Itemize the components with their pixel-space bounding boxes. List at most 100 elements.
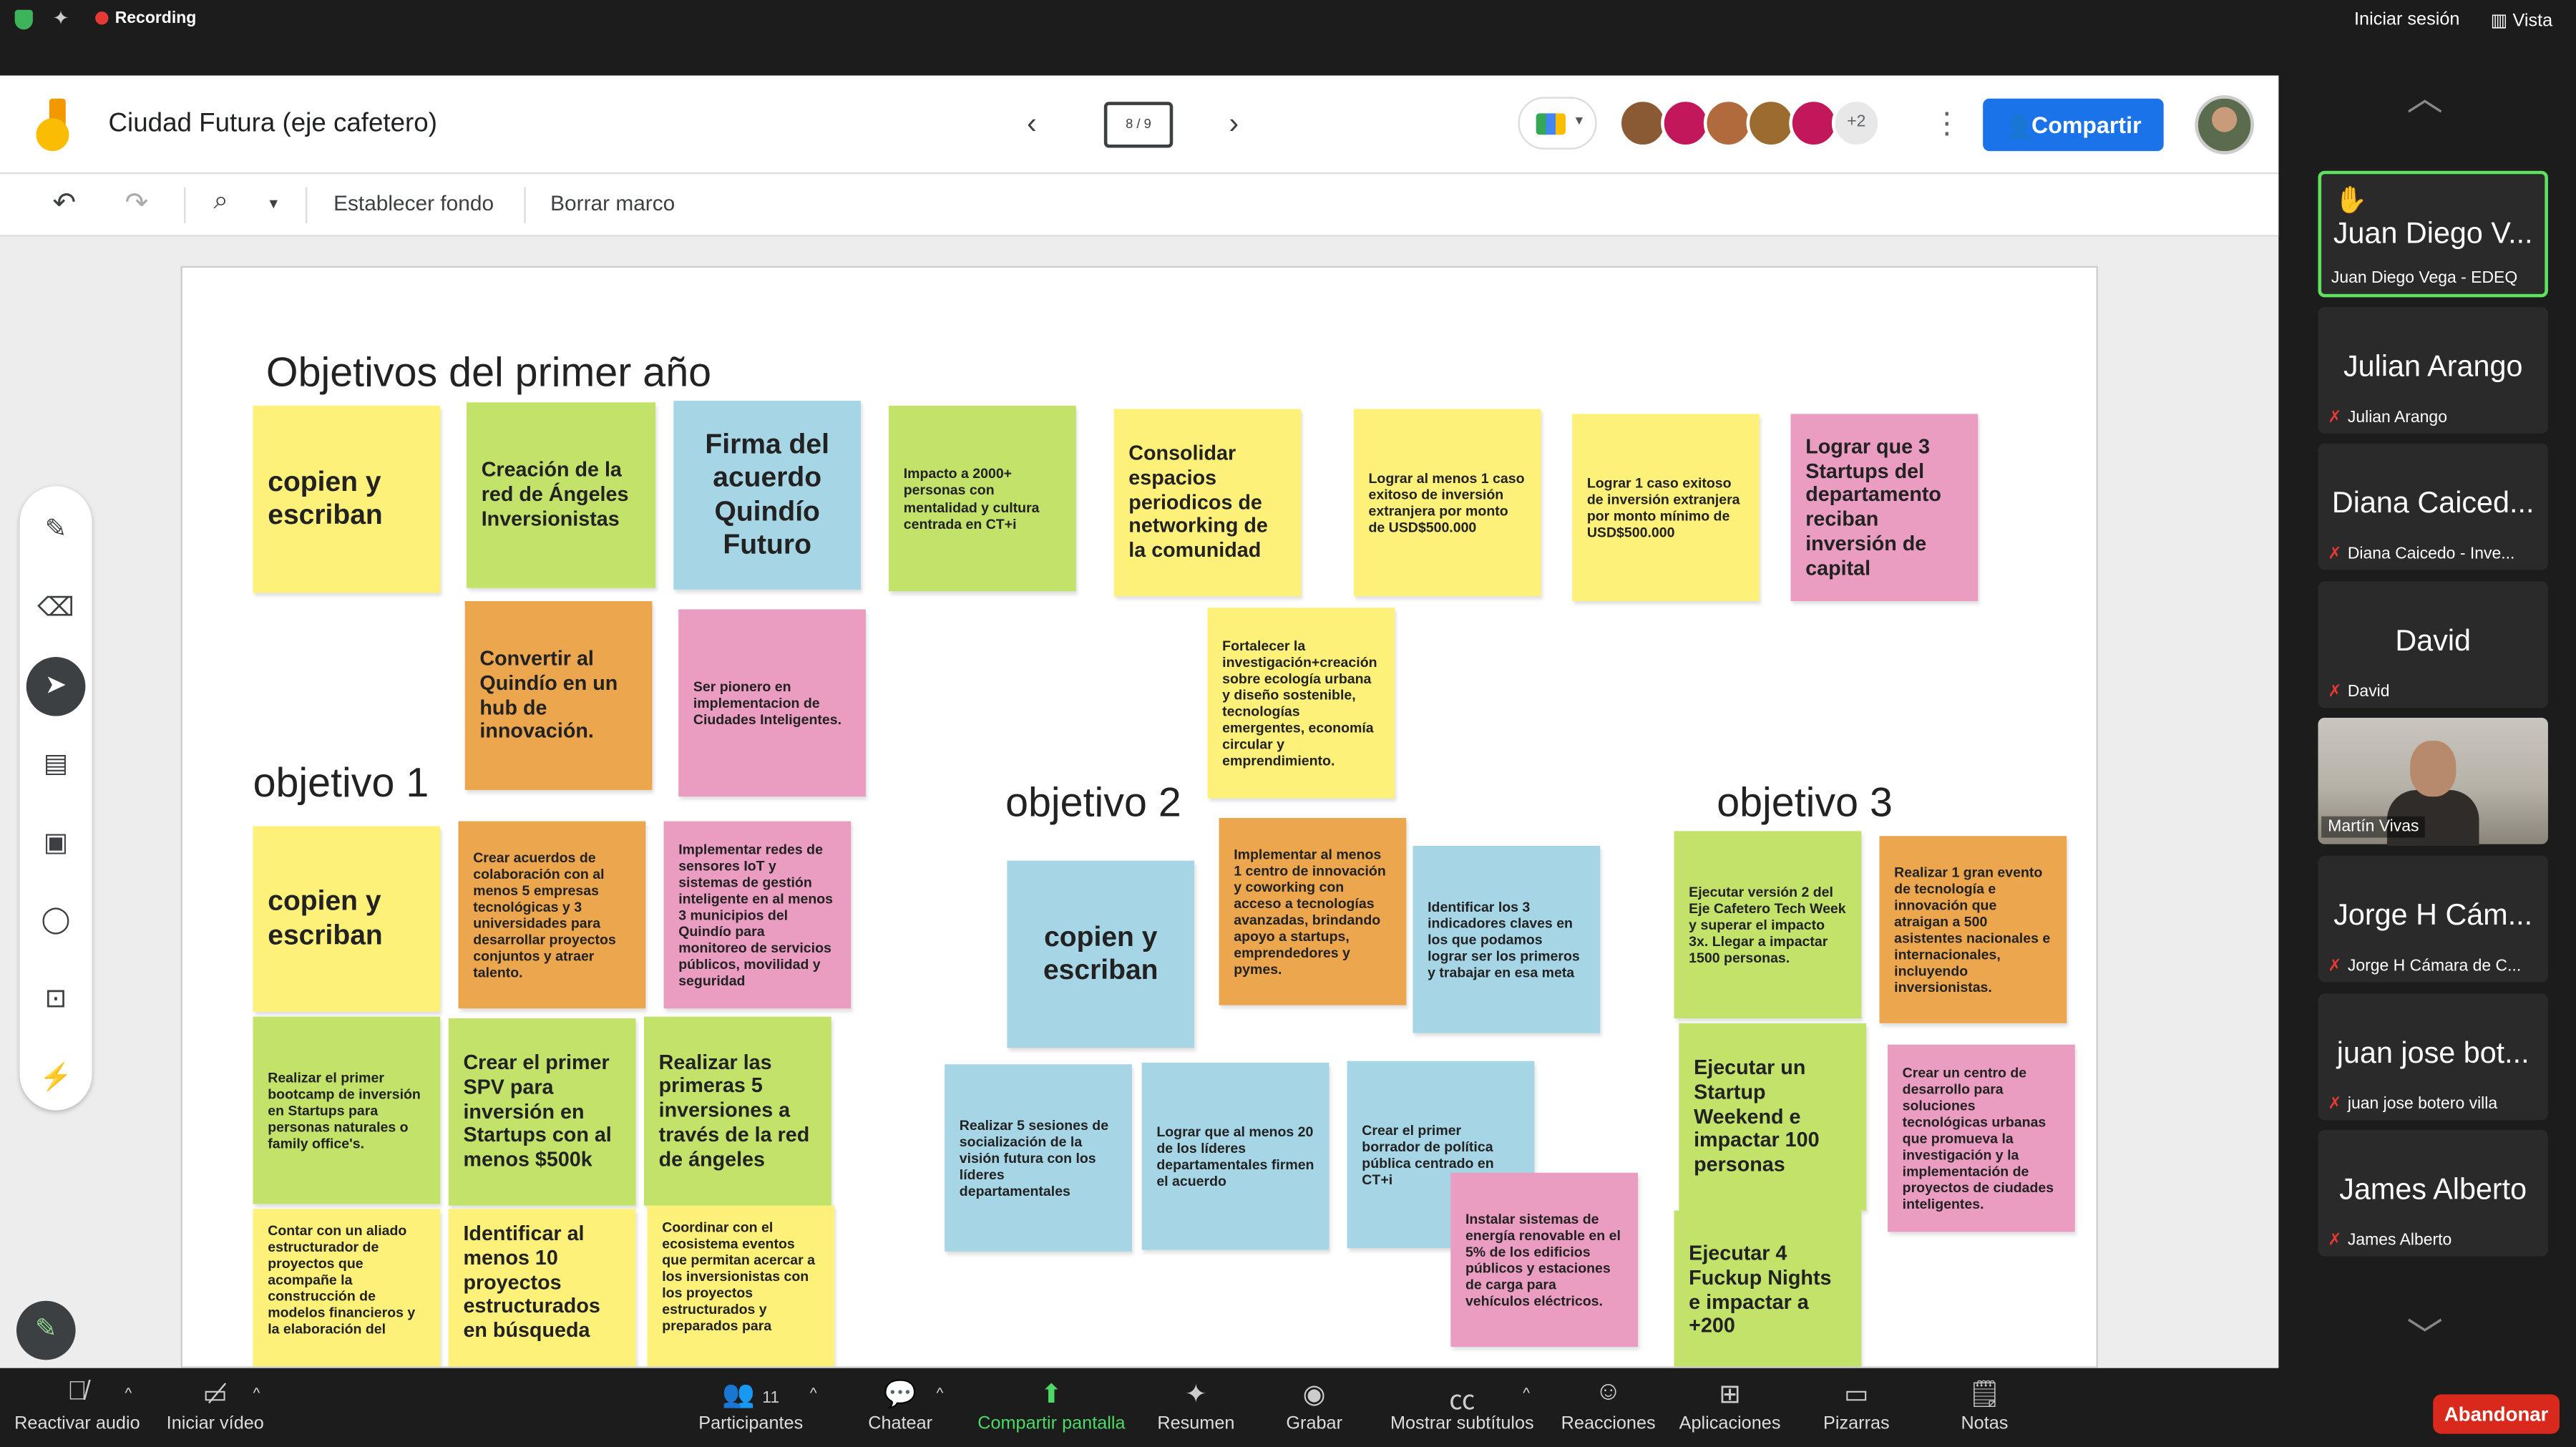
chevron-right-icon[interactable]: ›: [1229, 107, 1239, 141]
participant-tile[interactable]: David ✗ David: [2318, 581, 2548, 708]
redo-icon[interactable]: ↷: [125, 187, 148, 220]
participant-tile[interactable]: Jorge H Cám... ✗ Jorge H Cámara de C...: [2318, 855, 2548, 983]
notes-button[interactable]: 🗒 Notas: [1955, 1378, 2014, 1433]
sticky-note[interactable]: Impacto a 2000+ personas con mentalidad …: [889, 405, 1076, 592]
subtitles-button[interactable]: ㏄ Mostrar subtítulos: [1385, 1378, 1539, 1433]
pen-icon[interactable]: ✎: [20, 512, 92, 545]
sticky-note[interactable]: Implementar al menos 1 centro de innovac…: [1219, 817, 1407, 1005]
sticky-note[interactable]: Identificar al menos 10 proyectos estruc…: [448, 1209, 636, 1367]
summary-button[interactable]: ✦ Resumen: [1153, 1378, 1239, 1433]
avatar[interactable]: [1703, 98, 1753, 148]
select-arrow-icon[interactable]: ➤: [20, 668, 92, 701]
sticky-note[interactable]: Crear acuerdos de colaboración con al me…: [458, 821, 646, 1009]
laser-icon[interactable]: ⚡: [20, 1061, 92, 1094]
chat-button[interactable]: 💬 Chatear: [861, 1378, 940, 1433]
avatar[interactable]: [1661, 98, 1711, 148]
reactions-button[interactable]: ☺ Reacciones: [1558, 1378, 1659, 1434]
sticky-note[interactable]: Realizar el primer bootcamp de inversión…: [253, 1016, 441, 1204]
avatar[interactable]: [1618, 98, 1668, 148]
sticky-note[interactable]: Realizar 5 sesiones de socialización de …: [945, 1064, 1132, 1252]
share-screen-icon: ⬆: [1040, 1381, 1063, 1410]
sign-in-link[interactable]: Iniciar sesión: [2354, 10, 2459, 30]
participant-tile[interactable]: juan jose bot... ✗ juan jose botero villa: [2318, 993, 2548, 1121]
apps-button[interactable]: ⊞ Aplicaciones: [1672, 1378, 1787, 1433]
more-participants-badge[interactable]: +2: [1831, 98, 1881, 148]
annotate-pen-icon[interactable]: ✎: [16, 1300, 76, 1360]
share-screen-button[interactable]: ⬆ Compartir pantalla: [972, 1378, 1130, 1433]
sticky-note[interactable]: Fortalecer la investigación+creación sob…: [1207, 608, 1395, 799]
chevron-down-icon[interactable]: ▾: [270, 195, 278, 213]
chevron-up-icon[interactable]: ^: [937, 1385, 944, 1401]
chevron-up-icon[interactable]: ^: [810, 1385, 817, 1401]
sticky-note[interactable]: Creación de la red de Ángeles Inversioni…: [467, 402, 656, 588]
sticky-note[interactable]: Implementar redes de sensores IoT y sist…: [663, 821, 852, 1009]
sticky-note[interactable]: Ejecutar un Startup Weekend e impactar 1…: [1679, 1023, 1867, 1211]
eraser-icon[interactable]: ⌫: [20, 591, 92, 624]
sticky-note[interactable]: copien y escriban: [1007, 860, 1195, 1048]
sticky-note[interactable]: Instalar sistemas de energía renovable e…: [1450, 1172, 1639, 1347]
sticky-note[interactable]: Ejecutar 4 Fuckup Nights e impactar a +2…: [1674, 1210, 1862, 1367]
sticky-note[interactable]: Crear un centro de desarrollo para soluc…: [1887, 1044, 2075, 1232]
participant-label: ✗ James Alberto: [2328, 1232, 2452, 1250]
chevron-up-icon[interactable]: ^: [1523, 1385, 1530, 1401]
sticky-note[interactable]: Coordinar con el ecosistema eventos que …: [647, 1205, 835, 1367]
user-avatar[interactable]: [2195, 95, 2254, 155]
participant-tile[interactable]: Diana Caiced... ✗ Diana Caicedo - Inve...: [2318, 443, 2548, 570]
view-button[interactable]: ▥ Vista: [2491, 10, 2553, 31]
sticky-note[interactable]: copien y escriban: [253, 405, 441, 593]
divider: [306, 187, 308, 224]
sticky-note[interactable]: Lograr 1 caso exitoso de inversión extra…: [1572, 414, 1760, 602]
sticky-note[interactable]: Crear el primer SPV para inversión en St…: [448, 1018, 636, 1206]
sticky-note[interactable]: Realizar 1 gran evento de tecnología e i…: [1879, 836, 2067, 1023]
sticky-note[interactable]: Contar con un aliado estructurador de pr…: [253, 1209, 441, 1367]
board-title[interactable]: Ciudad Futura (eje cafetero): [109, 110, 437, 140]
sticky-note[interactable]: Identificar los 3 indicadores claves en …: [1413, 845, 1601, 1033]
sticky-note[interactable]: copien y escriban: [253, 826, 441, 1012]
heading-objective-3: objetivo 3: [1717, 780, 1893, 827]
zoom-icon[interactable]: ⌕: [213, 187, 228, 217]
undo-icon[interactable]: ↶: [52, 187, 76, 220]
participant-tile[interactable]: James Alberto ✗ James Alberto: [2318, 1130, 2548, 1257]
sticky-note[interactable]: Convertir al Quindío en un hub de innova…: [464, 601, 653, 790]
participant-label: ✗ Diana Caicedo - Inve...: [2328, 545, 2515, 564]
meet-button[interactable]: ▾: [1518, 97, 1597, 150]
participant-tile[interactable]: Julian Arango ✗ Julian Arango: [2318, 307, 2548, 434]
top-bar: ✦ Recording Iniciar sesión ▥ Vista: [0, 0, 2576, 40]
text-box-icon[interactable]: ⊡: [20, 982, 92, 1015]
sticky-note[interactable]: Consolidar espacios periodicos de networ…: [1113, 409, 1302, 597]
circle-icon[interactable]: ◯: [20, 903, 92, 936]
whiteboards-button[interactable]: ▭ Pizarras: [1817, 1378, 1896, 1433]
sticky-note[interactable]: Ser pionero en implementacion de Ciudade…: [678, 609, 866, 797]
start-video-button[interactable]: ▭̸ Iniciar vídeo: [165, 1378, 266, 1433]
jamboard-canvas[interactable]: Objetivos del primer año objetivo 1 obje…: [180, 265, 2098, 1368]
chevron-up-icon[interactable]: ^: [125, 1385, 132, 1401]
participant-video-tile[interactable]: Martín Vivas: [2318, 717, 2548, 846]
image-icon[interactable]: ▣: [20, 826, 92, 859]
sparkle-icon[interactable]: ✦: [52, 6, 69, 29]
leave-button[interactable]: Abandonar: [2433, 1394, 2560, 1434]
sticky-note-icon[interactable]: ▤: [20, 747, 92, 780]
clear-frame-button[interactable]: Borrar marco: [550, 190, 675, 215]
chevron-up-icon[interactable]: ︿: [2406, 69, 2443, 121]
chevron-down-icon[interactable]: ﹀: [2406, 1307, 2443, 1360]
sticky-note[interactable]: Lograr que al menos 20 de los líderes de…: [1141, 1062, 1330, 1250]
more-options-icon[interactable]: ⋮: [1932, 107, 1961, 141]
sticky-note[interactable]: Firma del acuerdo Quindío Futuro: [673, 401, 862, 590]
avatar[interactable]: [1746, 98, 1796, 148]
frame-indicator[interactable]: 8 / 9: [1103, 102, 1174, 148]
participants-button[interactable]: 👥 11 Participantes: [693, 1378, 809, 1433]
muted-mic-icon: ✗: [2328, 1095, 2342, 1114]
set-background-button[interactable]: Establecer fondo: [333, 190, 494, 215]
chevron-left-icon[interactable]: ‹: [1027, 107, 1037, 141]
share-button[interactable]: 👤Compartir: [1983, 98, 2164, 152]
chevron-up-icon[interactable]: ^: [253, 1385, 260, 1401]
recording-indicator[interactable]: Recording: [95, 10, 197, 28]
sticky-note[interactable]: Ejecutar versión 2 del Eje Cafetero Tech…: [1674, 831, 1862, 1018]
participant-tile[interactable]: ✋ Juan Diego V... Juan Diego Vega - EDEQ: [2318, 170, 2548, 298]
sticky-note[interactable]: Lograr que 3 Startups del departamento r…: [1790, 414, 1979, 602]
sticky-note[interactable]: Lograr al menos 1 caso exitoso de invers…: [1353, 409, 1541, 597]
unmute-button[interactable]: 🎙̸ Reactivar audio: [13, 1378, 141, 1434]
record-button[interactable]: ◉ Grabar: [1282, 1378, 1347, 1433]
sticky-note[interactable]: Realizar las primeras 5 inversiones a tr…: [643, 1016, 831, 1206]
avatar[interactable]: [1789, 98, 1839, 148]
